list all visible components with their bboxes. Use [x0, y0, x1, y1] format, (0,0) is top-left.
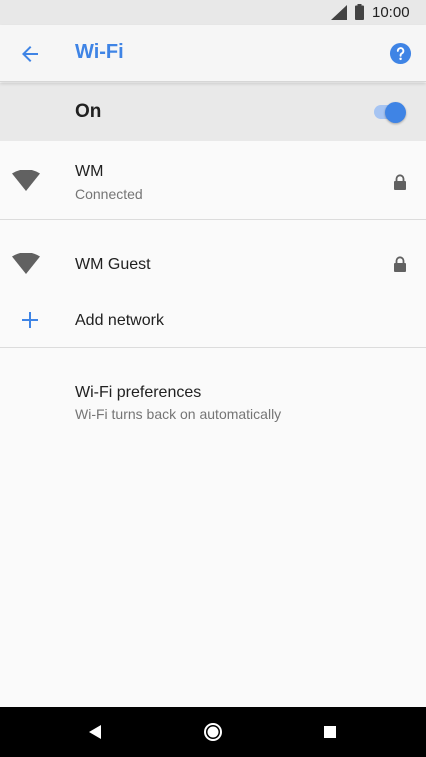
nav-home-icon[interactable]	[203, 722, 223, 742]
network-name: WM Guest	[75, 256, 151, 273]
wifi-preferences-item[interactable]: Wi-Fi preferences Wi-Fi turns back on au…	[0, 348, 426, 430]
network-item-wm[interactable]: WM Connected	[0, 141, 426, 219]
status-time: 10:00	[372, 4, 410, 21]
network-item-wm-guest[interactable]: WM Guest	[0, 220, 426, 296]
add-network-item[interactable]: Add network	[0, 296, 426, 346]
plus-icon	[22, 312, 38, 328]
wifi-master-switch-row[interactable]: On	[0, 83, 426, 141]
navigation-bar	[0, 707, 426, 757]
cellular-signal-icon	[331, 5, 347, 20]
toggle-thumb	[385, 102, 406, 123]
network-status: Connected	[75, 186, 143, 202]
wifi-toggle[interactable]	[374, 102, 408, 123]
page-title: Wi-Fi	[75, 41, 124, 63]
status-bar: 10:00	[0, 0, 426, 25]
network-name: WM	[75, 163, 104, 180]
app-bar: Wi-Fi	[0, 25, 426, 82]
arrow-back-icon[interactable]	[18, 42, 42, 66]
wifi-signal-icon	[12, 253, 40, 274]
nav-back-icon[interactable]	[86, 722, 106, 742]
battery-icon	[355, 4, 364, 20]
lock-icon	[394, 174, 406, 190]
lock-icon	[394, 256, 406, 272]
add-network-label: Add network	[75, 312, 164, 329]
wifi-signal-icon	[12, 170, 40, 191]
preferences-subtitle: Wi-Fi turns back on automatically	[75, 406, 282, 422]
wifi-switch-label: On	[75, 101, 102, 122]
nav-recents-icon[interactable]	[320, 722, 340, 742]
preferences-title: Wi-Fi preferences	[75, 384, 202, 401]
help-icon[interactable]	[389, 42, 412, 65]
